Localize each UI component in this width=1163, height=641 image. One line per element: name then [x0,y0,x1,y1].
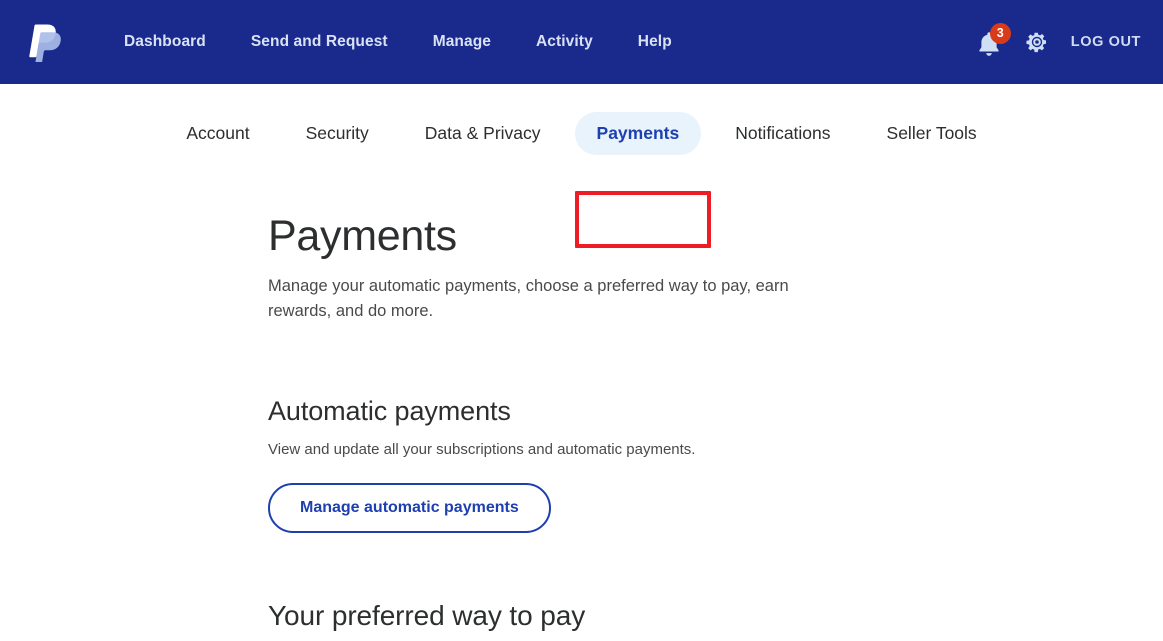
tab-seller-tools[interactable]: Seller Tools [865,112,999,155]
manage-automatic-payments-button[interactable]: Manage automatic payments [268,482,551,533]
nav-item-send-and-request[interactable]: Send and Request [251,27,388,57]
preferred-way-to-pay-section: Your preferred way to pay [268,600,1163,632]
tab-payments[interactable]: Payments [574,111,702,155]
automatic-payments-description: View and update all your subscriptions a… [268,440,696,458]
automatic-payments-heading: Automatic payments [268,395,511,426]
page-title: Payments [268,212,457,260]
gear-icon[interactable] [1025,30,1049,54]
automatic-payments-section: Automatic payments View and update all y… [268,396,1163,533]
logout-button[interactable]: LOG OUT [1071,34,1141,50]
payments-page-content: Payments Manage your automatic payments,… [0,182,1163,641]
tab-data-and-privacy[interactable]: Data & Privacy [403,112,563,155]
nav-item-activity[interactable]: Activity [536,27,593,57]
page-subtitle: Manage your automatic payments, choose a… [268,277,789,320]
tab-account[interactable]: Account [164,112,271,155]
tab-notifications[interactable]: Notifications [713,112,852,155]
top-header-bar: Dashboard Send and Request Manage Activi… [0,0,1163,84]
notifications-button[interactable]: 3 [977,23,1011,57]
nav-item-dashboard[interactable]: Dashboard [124,27,206,57]
tab-security[interactable]: Security [284,112,391,155]
paypal-logo-icon[interactable] [28,22,62,62]
nav-item-help[interactable]: Help [638,27,672,57]
settings-tab-bar: Account Security Data & Privacy Payments… [0,84,1163,248]
notification-badge-count: 3 [989,23,1011,44]
preferred-way-to-pay-heading: Your preferred way to pay [268,599,586,631]
main-navigation: Dashboard Send and Request Manage Activi… [124,27,672,57]
header-actions: 3 LOG OUT [977,0,1141,84]
nav-item-manage[interactable]: Manage [433,27,491,57]
